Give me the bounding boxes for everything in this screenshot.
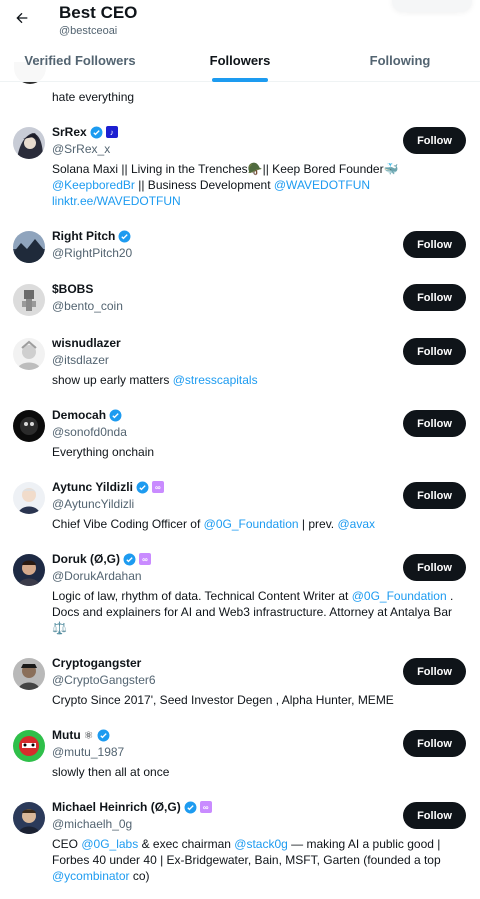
bio-line: Docs and explainers for AI and Web3 infr… bbox=[52, 605, 452, 619]
bio-text: | prev. bbox=[298, 517, 338, 531]
atom-emoji-icon: ⚛ bbox=[83, 729, 94, 742]
verified-badge-icon bbox=[184, 801, 197, 813]
user-handle[interactable]: @sonofd0nda bbox=[52, 425, 127, 439]
avatar[interactable] bbox=[13, 127, 45, 159]
mention-link[interactable]: @0G_Foundation bbox=[352, 589, 447, 603]
user-handle[interactable]: @AytuncYildizli bbox=[52, 497, 134, 511]
user-handle[interactable]: @RightPitch20 bbox=[52, 246, 132, 260]
mention-link[interactable]: @stack0g bbox=[234, 837, 288, 851]
bio-line: Forbes 40 under 40 | Ex-Bridgewater, Bai… bbox=[52, 853, 441, 867]
avatar[interactable] bbox=[13, 410, 45, 442]
verified-badge-icon bbox=[90, 126, 103, 138]
verified-badge-icon bbox=[109, 409, 122, 421]
user-display-name[interactable]: $BOBS bbox=[52, 282, 93, 296]
user-bio: CEO @0G_labs & exec chairman @stack0g — … bbox=[52, 836, 472, 884]
avatar[interactable] bbox=[13, 802, 45, 834]
follow-button[interactable]: Follow bbox=[403, 658, 466, 685]
follow-button[interactable]: Follow bbox=[403, 802, 466, 829]
user-handle[interactable]: @DorukArdahan bbox=[52, 569, 142, 583]
mention-link[interactable]: @avax bbox=[337, 517, 375, 531]
user-handle[interactable]: @mutu_1987 bbox=[52, 745, 124, 759]
user-display-name[interactable]: Doruk (Ø,G) bbox=[52, 552, 120, 566]
user-handle[interactable]: @michaelh_0g bbox=[52, 817, 132, 831]
url-link[interactable]: linktr.ee/WAVEDOTFUN bbox=[52, 193, 472, 209]
page-handle: @bestceoai bbox=[59, 25, 118, 37]
follow-button[interactable]: Follow bbox=[403, 338, 466, 365]
user-bio: Chief Vibe Coding Officer of @0G_Foundat… bbox=[52, 516, 472, 532]
bio-text: Logic of law, rhythm of data. Technical … bbox=[52, 589, 352, 603]
affiliate-badge-icon: ∞ bbox=[151, 481, 164, 493]
bio-text: show up early matters bbox=[52, 373, 173, 387]
user-bio: show up early matters @stresscapitals bbox=[52, 372, 472, 388]
bio-text: co) bbox=[129, 869, 150, 883]
mention-link[interactable]: @KeepboredBr bbox=[52, 178, 135, 192]
back-arrow-icon[interactable] bbox=[10, 6, 34, 30]
user-display-name[interactable]: Right Pitch bbox=[52, 229, 115, 243]
user-display-name[interactable]: Cryptogangster bbox=[52, 656, 141, 670]
verified-badge-icon bbox=[136, 481, 149, 493]
bio-text: Chief Vibe Coding Officer of bbox=[52, 517, 204, 531]
user-display-name[interactable]: Mutu bbox=[52, 728, 81, 742]
tab-following[interactable]: Following bbox=[320, 42, 480, 82]
mention-link[interactable]: @WAVEDOTFUN bbox=[274, 178, 370, 192]
user-handle[interactable]: @CryptoGangster6 bbox=[52, 673, 156, 687]
affiliate-badge-icon: ∞ bbox=[139, 553, 151, 565]
bio-text: & exec chairman bbox=[138, 837, 235, 851]
mention-link[interactable]: @0G_Foundation bbox=[204, 517, 299, 531]
verified-badge-icon bbox=[118, 230, 131, 242]
avatar[interactable] bbox=[13, 338, 45, 370]
blurred-pill bbox=[392, 0, 472, 12]
tab-label: Verified Followers bbox=[24, 53, 136, 68]
user-display-name[interactable]: Michael Heinrich (Ø,G) bbox=[52, 800, 181, 814]
avatar[interactable] bbox=[13, 231, 45, 263]
bio-text: — making AI a public good | bbox=[287, 837, 441, 851]
follow-button[interactable]: Follow bbox=[403, 284, 466, 311]
mention-link[interactable]: @ycombinator bbox=[52, 869, 130, 883]
tab-label: Following bbox=[369, 53, 431, 68]
user-handle[interactable]: @itsdlazer bbox=[52, 353, 109, 367]
follow-button[interactable]: Follow bbox=[403, 127, 466, 154]
user-bio: hate everything bbox=[52, 90, 135, 104]
user-display-name[interactable]: Democah bbox=[52, 408, 106, 422]
page-title: Best CEO bbox=[59, 3, 138, 22]
tab-bar: Verified Followers Followers Following bbox=[0, 42, 480, 82]
user-display-name[interactable]: Aytunc Yildizli bbox=[52, 480, 133, 494]
avatar[interactable] bbox=[13, 658, 45, 690]
mention-link[interactable]: @0G_labs bbox=[81, 837, 138, 851]
affiliate-badge-icon: ∞ bbox=[199, 801, 212, 813]
bio-line: Solana Maxi || Living in the Trenches🪖||… bbox=[52, 162, 399, 176]
user-handle[interactable]: @SrRex_x bbox=[52, 142, 110, 156]
bio-text: CEO bbox=[52, 837, 82, 851]
follow-button[interactable]: Follow bbox=[403, 730, 466, 757]
bio-line: ⚖️ bbox=[52, 621, 67, 635]
user-bio: Everything onchain bbox=[52, 445, 155, 459]
follow-button[interactable]: Follow bbox=[403, 231, 466, 258]
avatar[interactable] bbox=[13, 554, 45, 586]
mention-link[interactable]: @stresscapitals bbox=[173, 373, 258, 387]
user-bio: Solana Maxi || Living in the Trenches🪖||… bbox=[52, 161, 472, 209]
user-bio: slowly then all at once bbox=[52, 765, 170, 779]
follow-button[interactable]: Follow bbox=[403, 554, 466, 581]
tab-verified-followers[interactable]: Verified Followers bbox=[0, 42, 160, 82]
profile-header: Best CEO @bestceoai Verified Followers F… bbox=[0, 0, 480, 82]
user-bio: Logic of law, rhythm of data. Technical … bbox=[52, 588, 472, 636]
user-display-name[interactable]: SrRex bbox=[52, 125, 87, 139]
tab-label: Followers bbox=[209, 53, 271, 68]
avatar[interactable] bbox=[13, 284, 45, 316]
follow-button[interactable]: Follow bbox=[403, 410, 466, 437]
user-handle[interactable]: @bento_coin bbox=[52, 299, 123, 313]
affiliate-badge-icon: ♪ bbox=[105, 126, 118, 138]
bio-text: . bbox=[446, 589, 454, 603]
user-display-name[interactable]: wisnudlazer bbox=[52, 336, 121, 350]
verified-badge-icon bbox=[123, 553, 136, 565]
tab-followers[interactable]: Followers bbox=[160, 42, 320, 82]
user-bio: Crypto Since 2017', Seed Investor Degen … bbox=[52, 693, 394, 707]
bio-text: || Business Development bbox=[134, 178, 274, 192]
avatar[interactable] bbox=[13, 482, 45, 514]
verified-badge-icon bbox=[97, 729, 109, 741]
avatar[interactable] bbox=[13, 730, 45, 762]
active-tab-indicator bbox=[212, 78, 268, 82]
follow-button[interactable]: Follow bbox=[403, 482, 466, 509]
